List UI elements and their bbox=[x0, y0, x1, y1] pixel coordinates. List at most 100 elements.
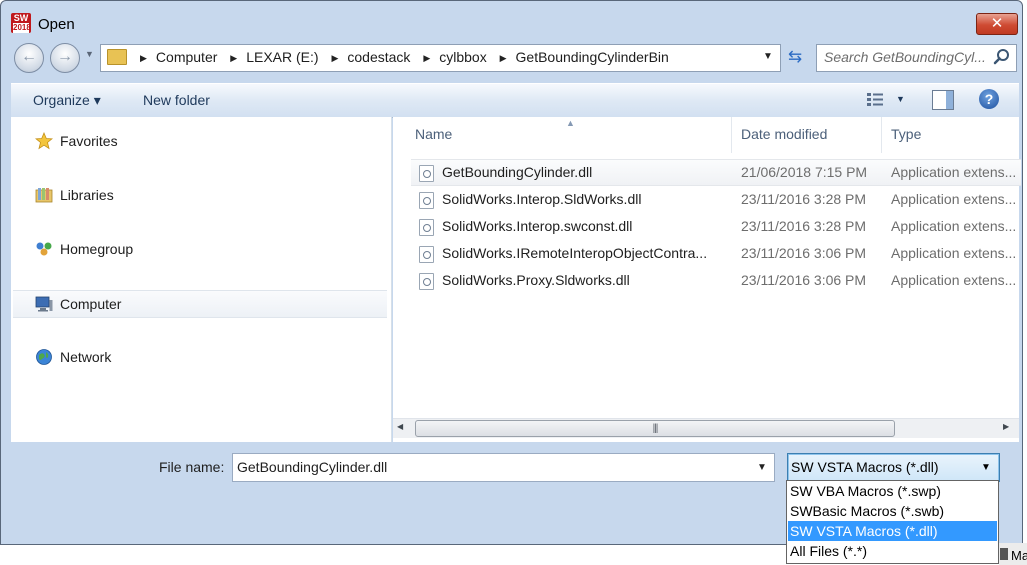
column-header-date-modified[interactable]: Date modified bbox=[741, 126, 827, 142]
breadcrumb-item[interactable]: LEXAR (E:) bbox=[246, 49, 318, 65]
nav-item-favorites[interactable]: Favorites bbox=[13, 128, 387, 154]
file-list: ▲ Name Date modified Type GetBoundingCyl… bbox=[393, 117, 1021, 442]
search-box[interactable] bbox=[816, 44, 1017, 72]
breadcrumb-item[interactable]: codestack bbox=[347, 49, 410, 65]
nav-item-label: Homegroup bbox=[60, 241, 134, 257]
file-row[interactable]: GetBoundingCylinder.dll 21/06/2018 7:15 … bbox=[411, 159, 1021, 186]
file-type-option[interactable]: SW VSTA Macros (*.dll) bbox=[788, 521, 997, 541]
search-icon[interactable] bbox=[993, 48, 1011, 66]
view-dropdown-icon[interactable]: ▼ bbox=[896, 94, 905, 104]
file-type-option[interactable]: SWBasic Macros (*.swb) bbox=[788, 501, 997, 521]
taskbar-app-icon[interactable] bbox=[1000, 548, 1008, 560]
chevron-right-icon[interactable]: ▶ bbox=[500, 53, 507, 63]
file-name-input[interactable] bbox=[233, 454, 747, 479]
forward-button[interactable]: → bbox=[50, 43, 80, 73]
recent-locations-dropdown[interactable]: ▼ bbox=[85, 49, 94, 59]
breadcrumb-item[interactable]: cylbbox bbox=[439, 49, 486, 65]
dll-file-icon bbox=[419, 219, 434, 236]
option-label: SW VBA Macros (*.swp) bbox=[790, 483, 941, 499]
window-title: Open bbox=[38, 16, 75, 33]
file-name: SolidWorks.Interop.SldWorks.dll bbox=[442, 191, 642, 207]
navigation-pane: Favorites Libraries Homegroup Computer N… bbox=[11, 117, 392, 442]
dll-file-icon bbox=[419, 273, 434, 290]
star-icon bbox=[35, 132, 53, 150]
file-type-option[interactable]: SW VBA Macros (*.swp) bbox=[788, 481, 997, 501]
breadcrumb-item[interactable]: Computer bbox=[156, 49, 217, 65]
file-row[interactable]: SolidWorks.Proxy.Sldworks.dll 23/11/2016… bbox=[411, 268, 1021, 293]
breadcrumb-item[interactable]: GetBoundingCylinderBin bbox=[516, 49, 669, 65]
horizontal-scrollbar[interactable]: ◀ ||| ▶ bbox=[393, 418, 1019, 438]
file-type-select[interactable]: SW VSTA Macros (*.dll) ▼ bbox=[787, 453, 1000, 482]
nav-item-homegroup[interactable]: Homegroup bbox=[13, 236, 387, 262]
scrollbar-thumb[interactable]: ||| bbox=[415, 420, 895, 437]
address-dropdown-icon[interactable]: ▼ bbox=[763, 51, 773, 62]
nav-item-libraries[interactable]: Libraries bbox=[13, 182, 387, 208]
search-input[interactable] bbox=[817, 45, 994, 69]
sort-ascending-icon: ▲ bbox=[566, 118, 575, 128]
option-label: All Files (*.*) bbox=[790, 543, 868, 559]
file-row[interactable]: SolidWorks.Interop.swconst.dll 23/11/201… bbox=[411, 214, 1021, 239]
refresh-icon: ⇆ bbox=[787, 47, 803, 66]
address-bar[interactable]: ▶ Computer ▶ LEXAR (E:) ▶ codestack ▶ cylbbo… bbox=[100, 44, 781, 72]
file-date: 21/06/2018 7:15 PM bbox=[741, 164, 868, 180]
file-row[interactable]: SolidWorks.IRemoteInteropObjectContra...… bbox=[411, 241, 1021, 266]
nav-item-label: Favorites bbox=[60, 133, 118, 149]
file-type: Application extens... bbox=[891, 218, 1017, 234]
file-type: Application extens... bbox=[891, 164, 1017, 180]
libraries-icon bbox=[35, 188, 53, 203]
dll-file-icon bbox=[419, 165, 434, 182]
file-date: 23/11/2016 3:28 PM bbox=[741, 218, 867, 234]
preview-pane-icon[interactable] bbox=[932, 90, 954, 110]
file-type: Application extens... bbox=[891, 272, 1017, 288]
forward-arrow-icon: → bbox=[57, 48, 73, 65]
chevron-right-icon[interactable]: ▶ bbox=[423, 53, 430, 63]
nav-item-network[interactable]: Network bbox=[13, 344, 387, 370]
nav-item-label: Computer bbox=[60, 296, 122, 312]
file-row[interactable]: SolidWorks.Interop.SldWorks.dll 23/11/20… bbox=[411, 187, 1021, 212]
refresh-button[interactable]: ⇆ bbox=[781, 44, 809, 70]
network-icon bbox=[36, 349, 52, 365]
open-dialog: SW 2018 Open ✕ ← → ▼ ▶ Computer ▶ LEXAR (E… bbox=[0, 0, 1023, 545]
title-bar[interactable]: SW 2018 Open ✕ bbox=[1, 1, 1022, 35]
column-header-name[interactable]: Name bbox=[415, 126, 452, 142]
file-name: SolidWorks.Proxy.Sldworks.dll bbox=[442, 272, 630, 288]
view-options-icon[interactable] bbox=[866, 92, 884, 108]
dll-file-icon bbox=[419, 192, 434, 209]
scroll-left-icon[interactable]: ◀ bbox=[397, 422, 403, 431]
file-name: SolidWorks.Interop.swconst.dll bbox=[442, 218, 633, 234]
nav-item-label: Network bbox=[60, 349, 112, 365]
breadcrumb: ▶ Computer ▶ LEXAR (E:) ▶ codestack ▶ cylbbo… bbox=[131, 49, 669, 65]
column-divider[interactable] bbox=[731, 117, 732, 153]
help-icon[interactable]: ? bbox=[979, 89, 999, 109]
chevron-right-icon[interactable]: ▶ bbox=[140, 53, 147, 63]
file-type-option[interactable]: All Files (*.*) bbox=[788, 541, 997, 561]
file-name-dropdown-icon[interactable]: ▼ bbox=[757, 462, 767, 473]
new-folder-button[interactable]: New folder bbox=[143, 92, 210, 108]
back-arrow-icon: ← bbox=[21, 48, 37, 65]
organize-button[interactable]: Organize ▾ bbox=[33, 92, 101, 109]
file-name: SolidWorks.IRemoteInteropObjectContra... bbox=[442, 245, 708, 261]
folder-icon bbox=[107, 49, 127, 65]
taskbar-label[interactable]: Ma bbox=[1011, 548, 1027, 563]
file-name-combobox[interactable]: ▼ bbox=[232, 453, 775, 482]
column-divider[interactable] bbox=[881, 117, 882, 153]
column-header-type[interactable]: Type bbox=[891, 126, 921, 142]
file-type: Application extens... bbox=[891, 191, 1017, 207]
chevron-down-icon[interactable]: ▼ bbox=[981, 462, 991, 473]
file-type-options-list: SW VBA Macros (*.swp) SWBasic Macros (*.… bbox=[786, 480, 999, 564]
computer-icon bbox=[35, 296, 53, 312]
scroll-right-icon[interactable]: ▶ bbox=[1003, 422, 1009, 431]
back-button[interactable]: ← bbox=[14, 43, 44, 73]
close-button[interactable]: ✕ bbox=[976, 13, 1018, 35]
homegroup-icon bbox=[36, 242, 52, 256]
file-name: GetBoundingCylinder.dll bbox=[442, 164, 593, 180]
chevron-right-icon[interactable]: ▶ bbox=[331, 53, 338, 63]
chevron-right-icon[interactable]: ▶ bbox=[230, 53, 237, 63]
option-label: SWBasic Macros (*.swb) bbox=[790, 503, 945, 519]
close-icon: ✕ bbox=[990, 15, 1004, 32]
nav-item-computer[interactable]: Computer bbox=[13, 290, 387, 318]
file-name-label: File name: bbox=[159, 459, 225, 475]
file-date: 23/11/2016 3:06 PM bbox=[741, 272, 867, 288]
file-date: 23/11/2016 3:06 PM bbox=[741, 245, 867, 261]
app-icon-text: SW bbox=[13, 13, 29, 23]
